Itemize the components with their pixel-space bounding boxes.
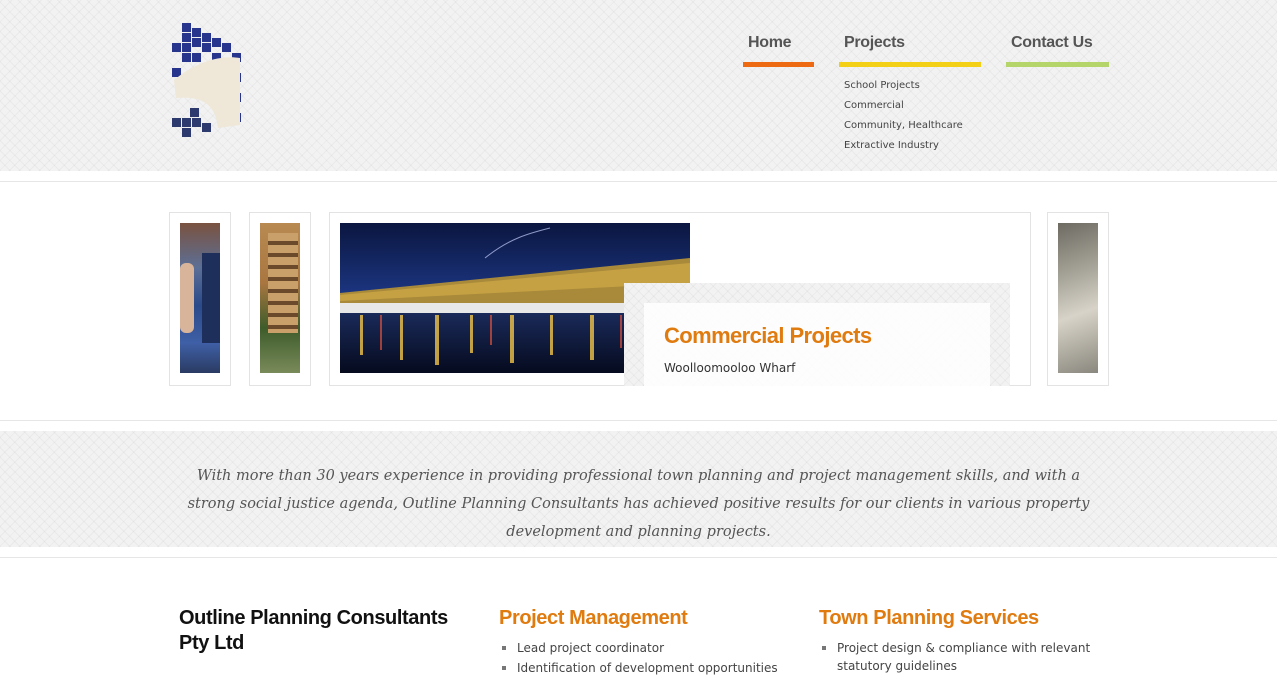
list-item: Lead project coordinator xyxy=(499,639,799,657)
slider-thumb-school[interactable] xyxy=(169,212,231,386)
thumb-photo-industry xyxy=(1058,223,1098,373)
nav-underline xyxy=(743,62,814,67)
intro-text: With more than 30 years experience in pr… xyxy=(187,468,1090,540)
column-town-planning: Town Planning Services Project design & … xyxy=(819,606,1109,677)
main-nav: Home Projects School Projects Commercial… xyxy=(0,34,1277,164)
submenu-item[interactable]: Commercial xyxy=(844,99,981,119)
service-list: Project design & compliance with relevan… xyxy=(819,639,1109,675)
list-item: Identification of development opportunit… xyxy=(499,659,799,677)
column-title: Project Management xyxy=(499,607,688,629)
submenu-item[interactable]: Community, Healthcare xyxy=(844,119,981,139)
column-company: Outline Planning Consultants Pty Ltd xyxy=(179,606,449,656)
divider xyxy=(0,181,1277,182)
nav-label[interactable]: Projects xyxy=(839,34,981,60)
nav-underline xyxy=(1006,62,1109,67)
thumb-detail xyxy=(180,263,194,333)
submenu-item[interactable]: School Projects xyxy=(844,79,981,99)
projects-submenu: School Projects Commercial Community, He… xyxy=(839,79,981,159)
nav-label[interactable]: Contact Us xyxy=(1006,34,1109,60)
nav-label[interactable]: Home xyxy=(743,34,814,60)
thumb-photo-building xyxy=(260,223,300,373)
divider xyxy=(0,420,1277,421)
column-title: Outline Planning Consultants Pty Ltd xyxy=(179,607,448,654)
nav-item-home[interactable]: Home xyxy=(743,34,814,67)
featured-slide[interactable]: Commercial Projects Woolloomooloo Wharf xyxy=(329,212,1031,386)
slider-thumb-industry[interactable] xyxy=(1047,212,1109,386)
thumb-detail xyxy=(268,233,298,333)
slider-thumb-building[interactable] xyxy=(249,212,311,386)
service-list: Lead project coordinator Identification … xyxy=(499,639,799,677)
slide-title[interactable]: Commercial Projects xyxy=(664,323,872,349)
site-header: Home Projects School Projects Commercial… xyxy=(0,0,1277,171)
divider xyxy=(0,557,1277,558)
intro-band: With more than 30 years experience in pr… xyxy=(0,431,1277,547)
column-title: Town Planning Services xyxy=(819,607,1039,629)
submenu-item[interactable]: Extractive Industry xyxy=(844,139,981,159)
nav-item-projects[interactable]: Projects School Projects Commercial Comm… xyxy=(839,34,981,159)
nav-item-contact[interactable]: Contact Us xyxy=(1006,34,1109,67)
column-project-management: Project Management Lead project coordina… xyxy=(499,606,799,677)
thumb-photo-school xyxy=(180,223,220,373)
nav-underline xyxy=(839,62,981,67)
list-item: Project design & compliance with relevan… xyxy=(819,639,1109,675)
thumb-detail xyxy=(202,253,220,343)
slide-subtitle: Woolloomooloo Wharf xyxy=(664,361,796,375)
